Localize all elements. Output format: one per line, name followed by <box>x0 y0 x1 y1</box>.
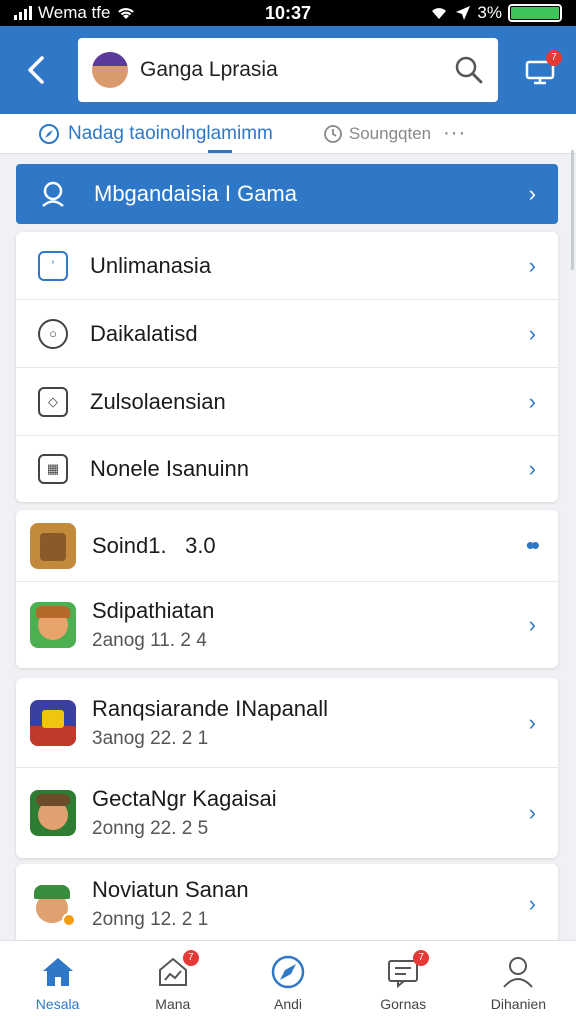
nav-home[interactable]: Nesala <box>0 941 115 1024</box>
tab-secondary-label: Soungqten <box>348 123 432 143</box>
person-icon <box>500 954 536 990</box>
search-bar[interactable]: Ganga Lprasia <box>78 38 498 102</box>
list-item[interactable]: Sdipathiatan 2anog 11. 2 4 › <box>16 582 558 668</box>
menu-item[interactable]: ▦ Nonele Isanuinn › <box>16 436 558 502</box>
tab-secondary[interactable]: Soungqten <box>323 124 431 144</box>
apps-card: Ranqsiarande INapanall 3anog 22. 2 1 › G… <box>16 678 558 858</box>
list-item-title: Soind1. <box>92 532 167 558</box>
nav-badge: 7 <box>413 949 430 966</box>
chevron-right-icon: › <box>528 709 536 735</box>
highlight-banner[interactable]: Mbgandaisia I Gama › <box>16 164 558 224</box>
back-button[interactable] <box>14 48 58 92</box>
nav-label: Nesala <box>35 995 80 1012</box>
app-header: Ganga Lprasia 7 <box>0 26 576 114</box>
nav-label: Mana <box>155 995 191 1012</box>
nav-gornas[interactable]: 7 Gornas <box>346 941 461 1024</box>
chevron-right-icon: › <box>528 388 536 414</box>
list-item-subtitle: 2onng 12. 2 1 <box>92 909 209 930</box>
apps-card: Noviatun Sanan 2onng 12. 2 1 › <box>16 864 558 944</box>
user-search-icon <box>42 181 64 207</box>
chevron-right-icon: › <box>528 800 536 825</box>
avatar <box>92 52 128 88</box>
menu-item[interactable]: ○ Daikalatisd › <box>16 300 558 368</box>
chevron-right-icon: › <box>528 456 536 481</box>
wifi-status-icon <box>432 8 447 19</box>
nav-label: Andi <box>273 995 303 1012</box>
clock-icon: ʼ <box>38 250 68 281</box>
menu-item-label: Zulsolaensian <box>90 388 226 414</box>
version-label: 3.0 <box>185 532 216 558</box>
chevron-right-icon: › <box>528 891 536 916</box>
scrollbar[interactable] <box>571 150 574 270</box>
compass-icon <box>39 123 59 144</box>
carrier-label: Wema tfe <box>38 3 111 22</box>
list-item-subtitle: 3anog 22. 2 1 <box>92 727 209 749</box>
nav-badge: 7 <box>182 949 199 966</box>
list-item[interactable]: Soind1. 3.0 •• <box>16 510 558 582</box>
list-item-subtitle: 2anog 11. 2 4 <box>92 630 207 651</box>
chevron-right-icon: › <box>528 181 536 206</box>
apps-card: Soind1. 3.0 •• Sdipathiatan 2anog 11. 2 … <box>16 510 558 668</box>
nav-label: Gornas <box>380 995 427 1012</box>
notification-badge: 7 <box>546 50 562 66</box>
signal-icon <box>14 6 32 20</box>
list-item-title: GectaNgr Kagaisai <box>92 786 277 811</box>
circle-icon: ○ <box>38 318 68 349</box>
chevron-right-icon: › <box>528 612 536 637</box>
search-title: Ganga Lprasia <box>140 58 278 81</box>
menu-item-label: Nonele Isanuinn <box>90 456 250 481</box>
tab-indicator <box>208 150 232 153</box>
tab-bar: Nadag taoinolnglamimm Soungqten ··· <box>0 114 576 154</box>
battery-icon <box>508 4 562 22</box>
search-icon[interactable] <box>454 55 484 85</box>
shield-icon: ◇ <box>38 386 68 417</box>
menu-item-label: Unlimanasia <box>90 252 212 278</box>
more-dots-icon[interactable]: •• <box>526 530 540 561</box>
nav-andi[interactable]: Andi <box>230 941 345 1024</box>
menu-card: ʼ Unlimanasia › ○ Daikalatisd › ◇ Zulsol… <box>16 232 558 502</box>
app-avatar <box>30 699 76 746</box>
tab-primary-label: Nadag taoinolnglamimm <box>68 122 273 144</box>
list-item[interactable]: Ranqsiarande INapanall 3anog 22. 2 1 › <box>16 678 558 768</box>
nav-mana[interactable]: 7 Mana <box>115 941 230 1024</box>
status-bar: Wema tfe 10:37 3% <box>0 0 576 26</box>
bottom-navigation: Nesala 7 Mana Andi 7 Gornas Dihanien <box>0 940 576 1024</box>
chevron-left-icon <box>28 56 44 84</box>
more-button[interactable]: ··· <box>443 122 466 145</box>
clock-icon <box>323 124 342 143</box>
location-icon <box>456 6 471 20</box>
battery-percent: 3% <box>477 3 502 22</box>
list-item[interactable]: GectaNgr Kagaisai 2onng 22. 2 5 › <box>16 768 558 858</box>
list-item-title: Noviatun Sanan <box>92 877 249 902</box>
nav-profile[interactable]: Dihanien <box>461 941 576 1024</box>
chevron-right-icon: › <box>528 320 536 346</box>
home-icon <box>40 954 76 990</box>
app-avatar <box>30 790 76 836</box>
house-chart-icon: 7 <box>155 949 199 990</box>
app-avatar <box>30 522 76 569</box>
calendar-icon: ▦ <box>38 454 68 484</box>
tab-primary[interactable]: Nadag taoinolnglamimm <box>38 123 273 145</box>
message-icon: 7 <box>385 949 430 990</box>
list-item-title: Ranqsiarande INapanall <box>92 695 329 721</box>
wifi-icon <box>118 8 135 19</box>
app-avatar <box>30 881 76 927</box>
clock: 10:37 <box>264 2 312 23</box>
compass-icon <box>270 954 306 990</box>
menu-item-label: Daikalatisd <box>90 320 198 346</box>
nav-label: Dihanien <box>490 995 547 1012</box>
chevron-right-icon: › <box>528 252 536 278</box>
list-item-subtitle: 2onng 22. 2 5 <box>92 818 209 839</box>
list-item[interactable]: Noviatun Sanan 2onng 12. 2 1 › <box>16 864 558 944</box>
banner-label: Mbgandaisia I Gama <box>94 181 297 206</box>
menu-item[interactable]: ◇ Zulsolaensian › <box>16 368 558 436</box>
list-item-title: Sdipathiatan <box>92 598 215 623</box>
notifications-button[interactable]: 7 <box>518 48 562 92</box>
menu-item[interactable]: ʼ Unlimanasia › <box>16 232 558 300</box>
app-avatar <box>30 602 76 648</box>
